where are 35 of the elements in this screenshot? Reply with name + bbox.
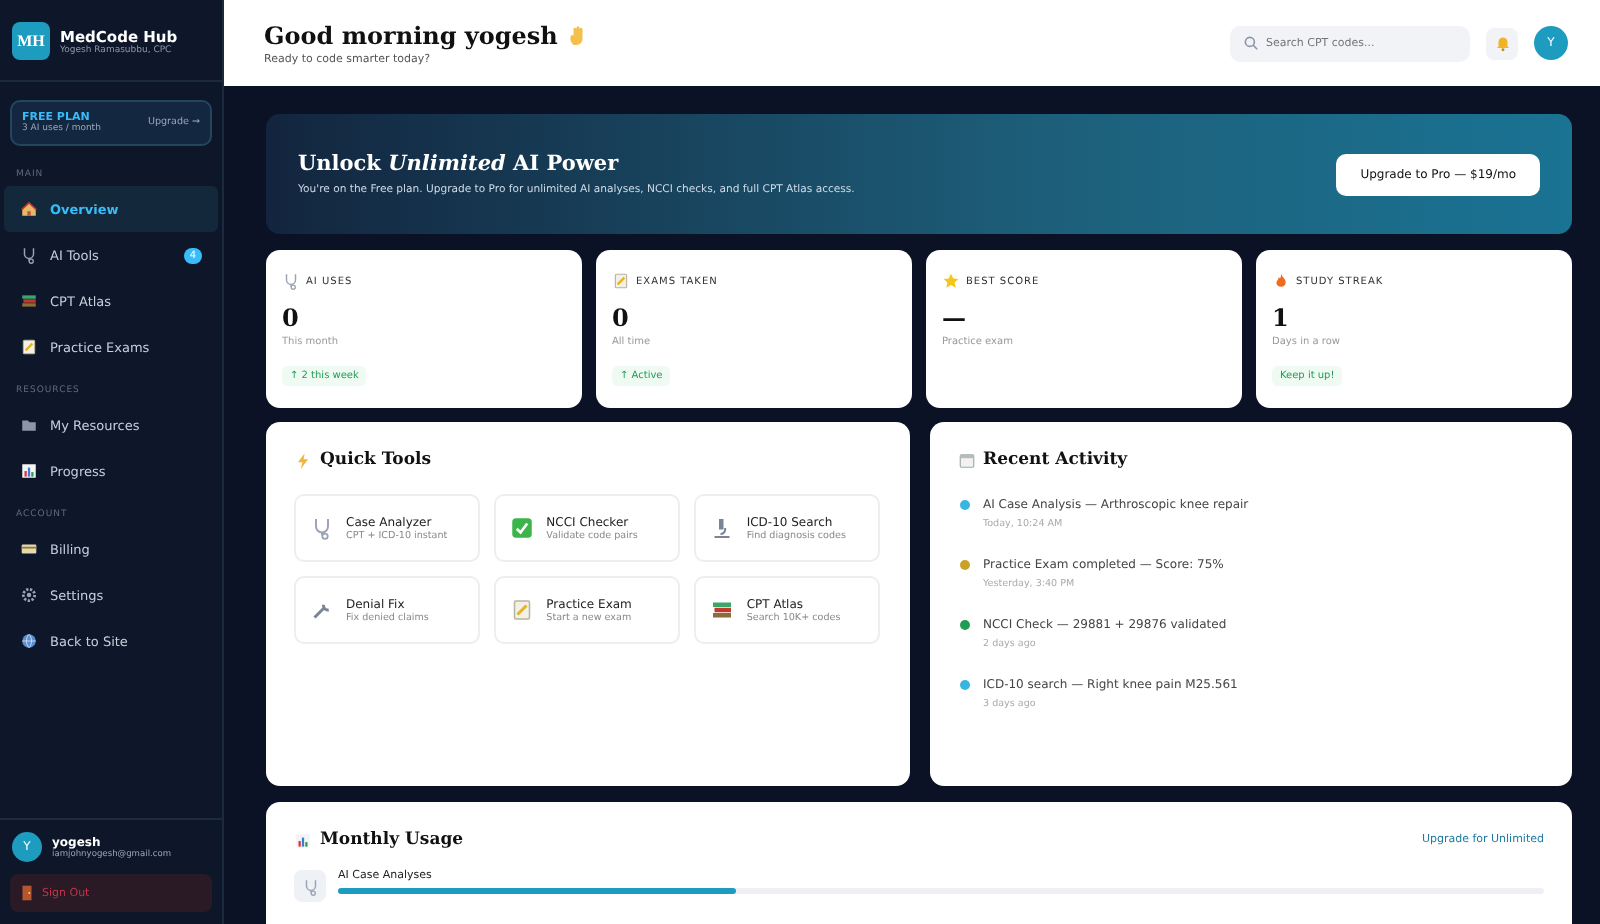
stethoscope-icon — [20, 246, 38, 264]
notification-button[interactable] — [1486, 27, 1518, 59]
bar-chart-icon — [20, 462, 38, 480]
checkmark-icon — [510, 516, 535, 540]
door-icon — [18, 884, 36, 902]
folder-icon — [20, 416, 38, 434]
house-icon — [20, 200, 38, 218]
card-icon — [20, 540, 38, 558]
stethoscope-icon — [282, 272, 300, 290]
calendar-icon — [957, 451, 975, 469]
clipboard-icon — [20, 338, 38, 356]
books-icon — [20, 292, 38, 310]
stat-value: — — [942, 304, 968, 332]
logo: MH — [12, 22, 50, 60]
bar-chart-icon — [294, 831, 312, 849]
panel-title: Recent Activity — [983, 450, 1128, 470]
stat-value: 0 — [612, 304, 631, 332]
stat-value: 0 — [282, 304, 301, 332]
bell-icon — [1493, 34, 1511, 52]
globe-icon — [20, 632, 38, 650]
lightning-icon — [294, 451, 312, 469]
panel-title: Monthly Usage — [320, 830, 464, 850]
stat-value: 1 — [1272, 304, 1291, 332]
star-icon — [942, 272, 960, 290]
gear-icon — [20, 586, 38, 604]
panel-title: Quick Tools — [320, 450, 432, 470]
microscope-icon — [710, 516, 735, 540]
greeting: Good morning yogesh — [264, 21, 558, 49]
stethoscope-icon — [310, 516, 334, 540]
stethoscope-icon — [301, 877, 319, 895]
clipboard-icon — [612, 272, 630, 290]
banner-title: Unlock Unlimited AI Power — [298, 152, 621, 176]
flame-icon — [1272, 272, 1290, 290]
books-icon — [710, 598, 735, 622]
clipboard-icon — [510, 598, 535, 622]
